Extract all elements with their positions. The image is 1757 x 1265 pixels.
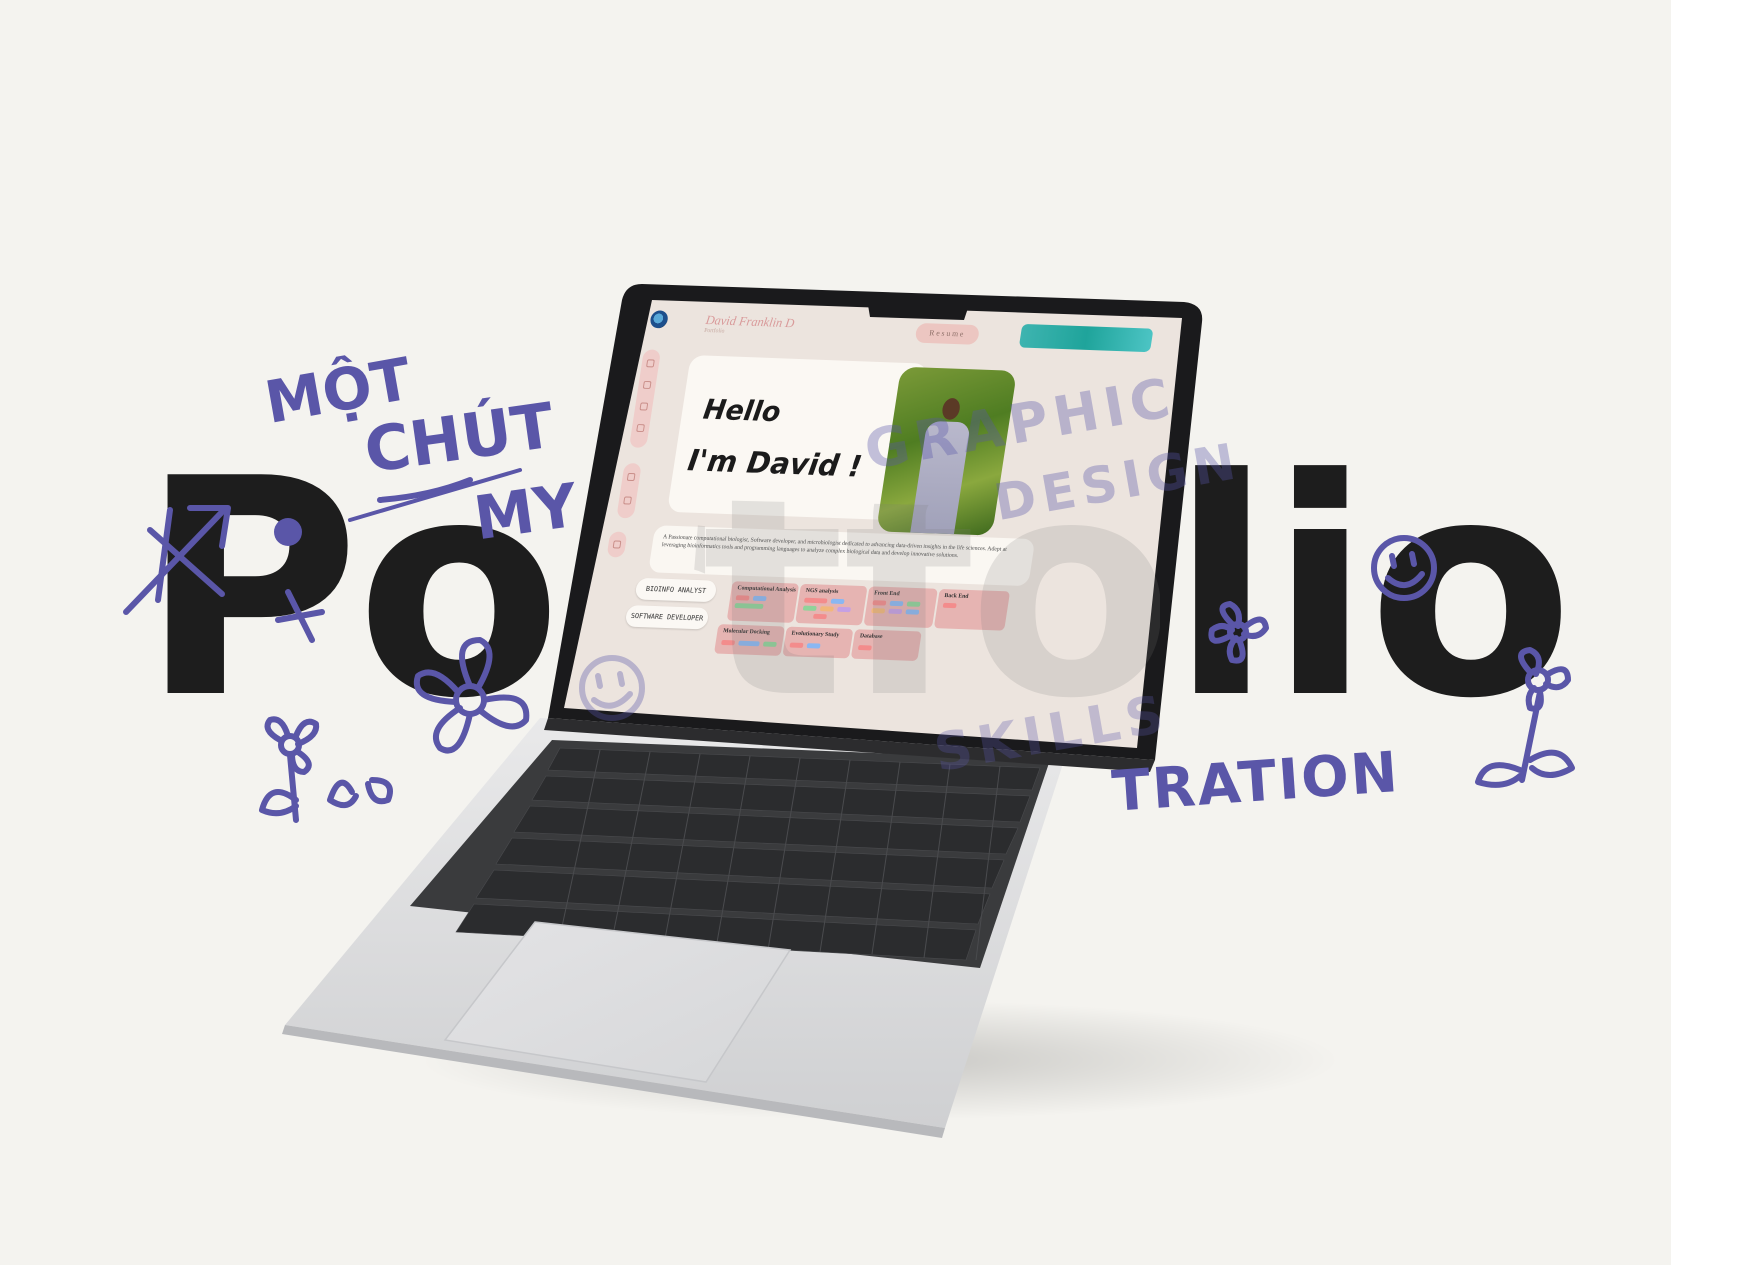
folder-icon[interactable] [626,472,636,482]
chart-icon[interactable] [623,496,632,505]
hero-hello: Hello [701,393,783,429]
home-icon[interactable] [646,359,655,368]
site-subtitle: Portfolio [703,327,725,335]
resume-button[interactable]: Resume [914,322,981,345]
scribble-my: MY [470,470,582,555]
document-icon[interactable] [636,424,645,433]
page-margin [1671,0,1757,1265]
header-banner [1018,323,1154,353]
mockup-canvas: Portfolio [0,0,1671,1265]
calendar-icon[interactable] [642,380,652,390]
sidebar-nav-settings [606,531,628,558]
hero-name: I'm David ! [685,443,865,485]
gear-icon[interactable] [612,540,622,549]
sidebar-nav-secondary [616,462,642,519]
site-logo[interactable] [649,310,669,329]
sidebar-nav [629,349,662,448]
flask-icon[interactable] [639,402,649,411]
